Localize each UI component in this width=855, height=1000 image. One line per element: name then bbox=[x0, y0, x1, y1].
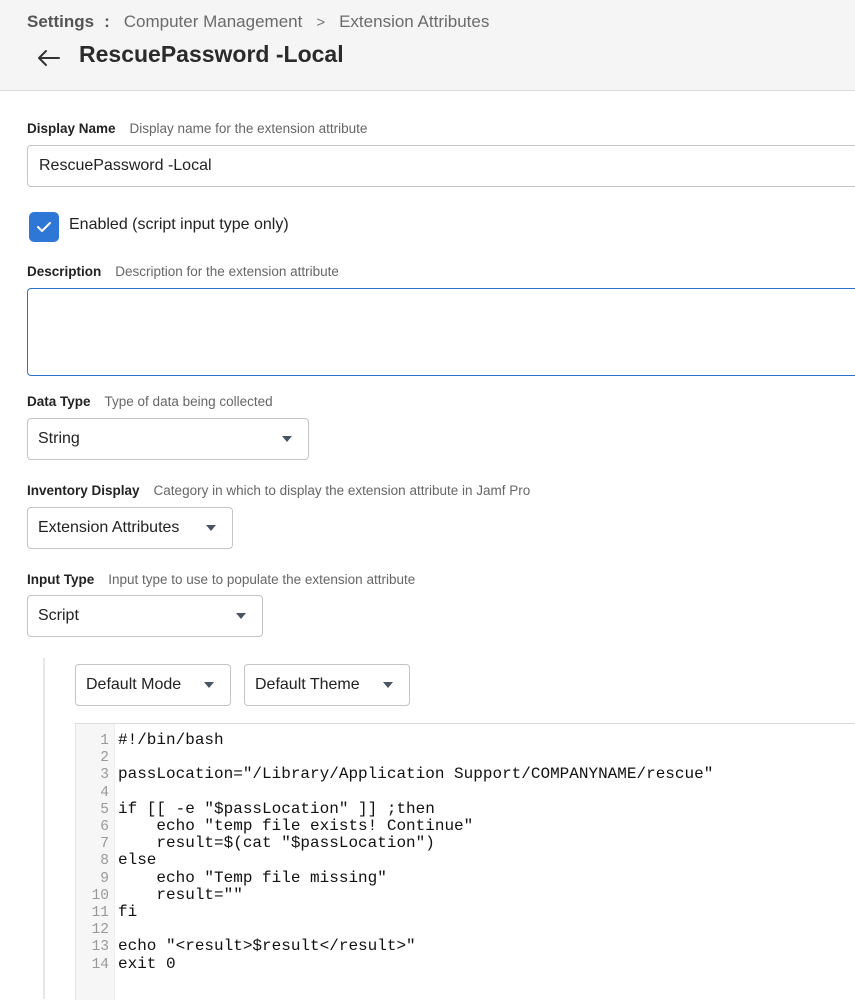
line-number: 14 bbox=[91, 956, 109, 973]
code-line: 7 result=$(cat "$passLocation") bbox=[76, 834, 435, 853]
line-number: 1 bbox=[100, 733, 109, 749]
data-type-label: Data Type Type of data being collected bbox=[27, 394, 273, 409]
enabled-checkbox[interactable] bbox=[29, 212, 59, 242]
code-line: 10 result="" bbox=[76, 885, 243, 904]
caret-down-icon bbox=[282, 436, 292, 442]
code-text: echo "temp file exists! Continue" bbox=[118, 817, 474, 835]
display-name-input[interactable]: RescuePassword -Local bbox=[27, 145, 855, 187]
code-text: passLocation="/Library/Application Suppo… bbox=[118, 765, 714, 784]
code-line: 4 bbox=[76, 784, 118, 801]
display-name-label: Display Name Display name for the extens… bbox=[27, 121, 367, 136]
code-text: result="" bbox=[118, 885, 243, 904]
line-number: 6 bbox=[100, 819, 109, 835]
code-line: 8 else bbox=[76, 851, 157, 870]
inventory-display-value: Extension Attributes bbox=[38, 519, 180, 536]
code-text: echo "<result>$result</result>" bbox=[118, 937, 416, 956]
code-line: 2 bbox=[76, 749, 118, 766]
data-type-select[interactable]: String bbox=[27, 418, 309, 460]
input-type-label: Input Type Input type to use to populate… bbox=[27, 572, 415, 587]
code-editor[interactable]: 1 #!/bin/bash 2 3 passLocation="/Library/App… bbox=[75, 723, 855, 1000]
enabled-checkbox-label[interactable]: Enabled (script input type only) bbox=[69, 216, 289, 234]
code-text: #!/bin/bash bbox=[118, 731, 224, 749]
code-text: fi bbox=[118, 903, 138, 921]
display-name-label-text: Display Name bbox=[27, 121, 116, 136]
display-name-hint: Display name for the extension attribute bbox=[129, 121, 368, 136]
code-text: else bbox=[118, 851, 157, 870]
caret-down-icon bbox=[383, 682, 393, 688]
page-title: RescuePassword -Local bbox=[79, 41, 344, 67]
code-text: exit 0 bbox=[118, 954, 176, 973]
code-text: echo "Temp file missing" bbox=[118, 868, 387, 887]
code-line: 11 fi bbox=[76, 903, 138, 921]
display-name-value: RescuePassword -Local bbox=[39, 157, 212, 174]
line-number: 8 bbox=[100, 853, 109, 870]
caret-down-icon bbox=[204, 682, 214, 688]
inventory-display-label-text: Inventory Display bbox=[27, 483, 140, 498]
inventory-display-label: Inventory Display Category in which to d… bbox=[27, 483, 530, 498]
caret-down-icon bbox=[206, 525, 216, 531]
editor-mode-value: Default Mode bbox=[86, 676, 182, 693]
description-textarea[interactable] bbox=[27, 288, 855, 376]
input-type-value: Script bbox=[38, 607, 79, 624]
input-type-select[interactable]: Script bbox=[27, 595, 263, 637]
code-line: 3 passLocation="/Library/Application Supp… bbox=[76, 765, 714, 784]
line-number: 11 bbox=[91, 905, 109, 921]
code-line: 14 exit 0 bbox=[76, 954, 176, 973]
editor-theme-value: Default Theme bbox=[255, 676, 360, 693]
page-header: Settings : Computer Management > Extensi… bbox=[0, 0, 855, 91]
code-line: 12 bbox=[76, 921, 118, 938]
line-number: 13 bbox=[91, 939, 109, 956]
editor-mode-select[interactable]: Default Mode bbox=[75, 664, 231, 706]
code-line: 9 echo "Temp file missing" bbox=[76, 868, 387, 887]
code-text: if [[ -e "$passLocation" ]] ;then bbox=[118, 799, 435, 818]
line-number: 10 bbox=[91, 887, 109, 904]
line-number: 9 bbox=[100, 870, 109, 887]
line-number: 5 bbox=[100, 801, 109, 818]
arrow-left-icon[interactable] bbox=[36, 45, 62, 71]
data-type-value: String bbox=[38, 430, 80, 447]
line-number: 7 bbox=[100, 836, 109, 853]
inventory-display-hint: Category in which to display the extensi… bbox=[153, 483, 531, 498]
code-line: 6 echo "temp file exists! Continue" bbox=[76, 817, 474, 835]
chevron-right-icon: > bbox=[316, 13, 326, 31]
input-type-label-text: Input Type bbox=[27, 572, 95, 587]
inventory-display-select[interactable]: Extension Attributes bbox=[27, 507, 233, 549]
description-label: Description Description for the extensio… bbox=[27, 264, 339, 279]
checkmark-icon bbox=[37, 222, 51, 232]
breadcrumb: Settings : Computer Management > Extensi… bbox=[27, 10, 489, 34]
breadcrumb-settings[interactable]: Settings bbox=[27, 12, 94, 32]
line-number: 2 bbox=[100, 750, 109, 767]
data-type-label-text: Data Type bbox=[27, 394, 91, 409]
line-number: 12 bbox=[91, 922, 109, 939]
code-line: 13 echo "<result>$result</result>" bbox=[76, 937, 416, 956]
breadcrumb-computer-management[interactable]: Computer Management bbox=[124, 12, 303, 32]
input-type-hint: Input type to use to populate the extens… bbox=[108, 572, 416, 587]
code-line: 5 if [[ -e "$passLocation" ]] ;then bbox=[76, 799, 435, 818]
line-number: 4 bbox=[100, 784, 109, 801]
code-line: 1 #!/bin/bash bbox=[76, 731, 224, 749]
description-label-text: Description bbox=[27, 264, 102, 279]
editor-theme-select[interactable]: Default Theme bbox=[244, 664, 410, 706]
code-text: result=$(cat "$passLocation") bbox=[118, 834, 435, 853]
line-number: 3 bbox=[100, 767, 109, 784]
breadcrumb-separator: : bbox=[104, 12, 110, 31]
breadcrumb-extension-attributes[interactable]: Extension Attributes bbox=[339, 12, 489, 32]
data-type-hint: Type of data being collected bbox=[104, 394, 273, 409]
description-hint: Description for the extension attribute bbox=[115, 264, 339, 279]
caret-down-icon bbox=[236, 613, 246, 619]
